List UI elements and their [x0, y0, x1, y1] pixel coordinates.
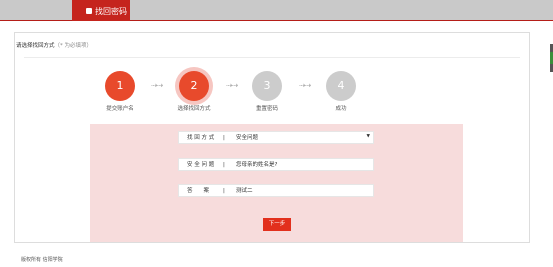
step-3-label: 重置密码	[255, 106, 278, 112]
security-question-field[interactable]: 安 全 问 题 | 您母亲的姓名是?	[178, 158, 374, 171]
top-nav-bar: 找回密码	[0, 0, 553, 21]
step-arrow-icon: ⇢⇢	[226, 81, 238, 90]
footer-copyright: 版权所有 信阳学院	[21, 257, 63, 263]
answer-label: 答 案	[187, 188, 210, 194]
security-question-label: 安 全 问 题	[187, 162, 215, 168]
step-1-label: 提交账户名	[106, 106, 134, 112]
step-4-circle: 4	[326, 71, 356, 101]
next-step-button[interactable]: 下一步	[263, 218, 291, 231]
required-note: （* 为必填项）	[54, 43, 93, 49]
field-separator: |	[223, 135, 225, 141]
step-1-circle: 1	[105, 71, 135, 101]
step-4-label: 成功	[335, 106, 347, 112]
panel-title-text: 请选择找回方式	[16, 43, 55, 49]
answer-field[interactable]: 答 案 | 测试二	[178, 184, 374, 197]
panel-title: 请选择找回方式（* 为必填项）	[16, 41, 92, 49]
step-2-label: 选择找回方式	[177, 106, 211, 112]
security-question-value: 您母亲的姓名是?	[236, 162, 278, 168]
step-2-circle: 2	[179, 71, 209, 101]
lock-icon	[86, 8, 92, 14]
step-3-circle: 3	[252, 71, 282, 101]
dropdown-caret-icon: ▼	[366, 134, 370, 139]
step-arrow-icon: ⇢⇢	[151, 81, 163, 90]
tab-find-password[interactable]: 找回密码	[72, 0, 130, 21]
recovery-method-value: 安全问题	[236, 135, 259, 141]
answer-value: 测试二	[236, 188, 253, 194]
step-arrow-icon: ⇢⇢	[299, 81, 311, 90]
recovery-method-label: 找 回 方 式	[187, 135, 215, 141]
tab-find-password-label: 找回密码	[95, 7, 127, 16]
field-separator: |	[223, 162, 225, 168]
panel-divider	[24, 57, 520, 58]
recovery-method-select[interactable]: 找 回 方 式 | 安全问题 ▼	[178, 131, 374, 144]
field-separator: |	[223, 188, 225, 194]
